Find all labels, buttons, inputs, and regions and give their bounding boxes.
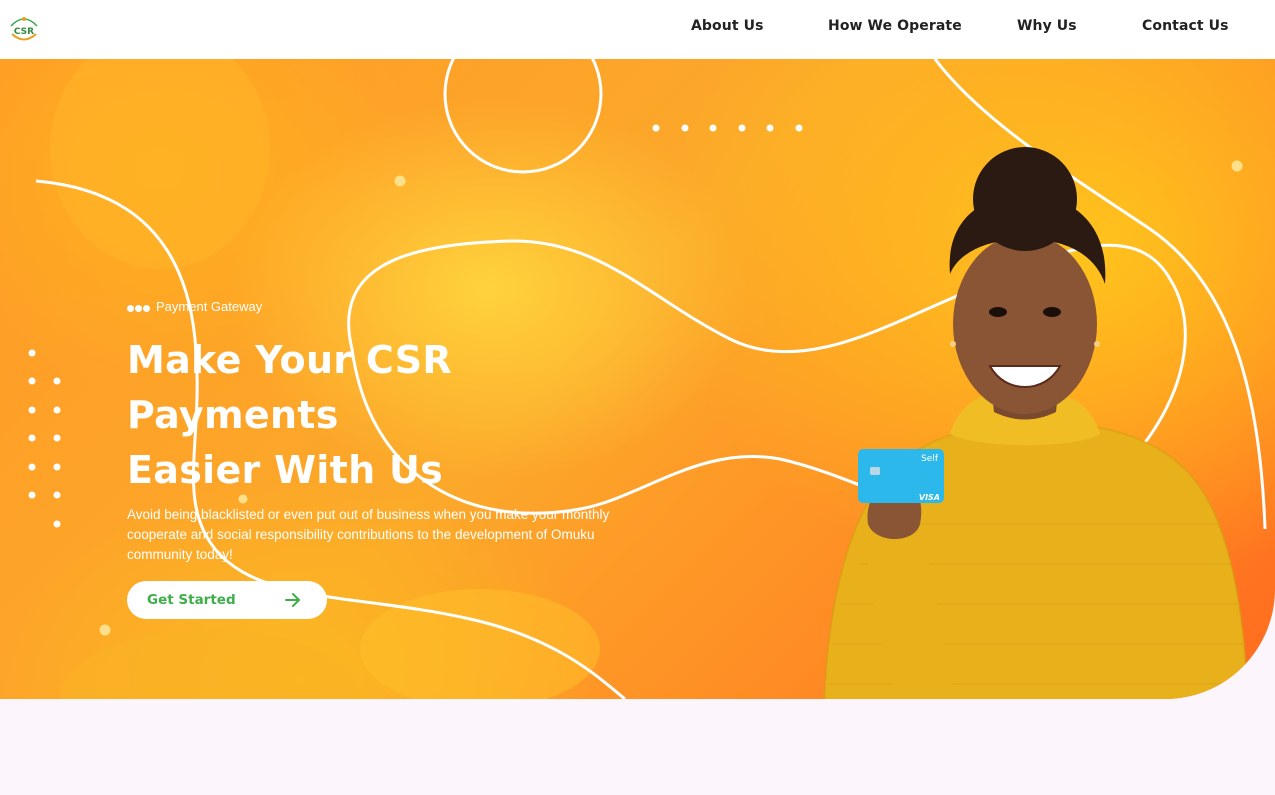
hero-tagline: Payment Gateway — [127, 299, 262, 314]
get-started-button[interactable]: Get Started — [127, 581, 327, 619]
hero-section: Self VISA Payment Gateway Make Your CSR … — [0, 59, 1275, 699]
bank-card: Self VISA — [858, 449, 944, 503]
headline-line-3: Easier With Us — [127, 448, 444, 492]
arrow-right-icon — [285, 593, 300, 607]
hero-headline: Make Your CSR Payments Easier With Us — [127, 333, 647, 498]
headline-line-1: Make Your CSR — [127, 338, 452, 382]
visa-logo-text: VISA — [919, 493, 940, 502]
navbar: CSR About Us How We Operate Why Us Conta… — [0, 0, 1275, 59]
nav-why-us[interactable]: Why Us — [1017, 18, 1077, 34]
nav-about-us[interactable]: About Us — [691, 18, 764, 34]
nav-contact-us[interactable]: Contact Us — [1142, 18, 1229, 34]
hero-woman-image: Self VISA — [823, 147, 1249, 699]
three-dots-icon — [127, 301, 153, 313]
csr-logo[interactable]: CSR — [8, 14, 40, 44]
tagline-text: Payment Gateway — [156, 299, 263, 314]
hero-description: Avoid being blacklisted or even put out … — [127, 507, 610, 562]
card-text: Self — [921, 454, 939, 464]
headline-line-2: Payments — [127, 393, 339, 437]
get-started-label: Get Started — [147, 592, 236, 608]
logo-text: CSR — [14, 27, 34, 37]
nav-how-we-operate[interactable]: How We Operate — [828, 18, 962, 34]
